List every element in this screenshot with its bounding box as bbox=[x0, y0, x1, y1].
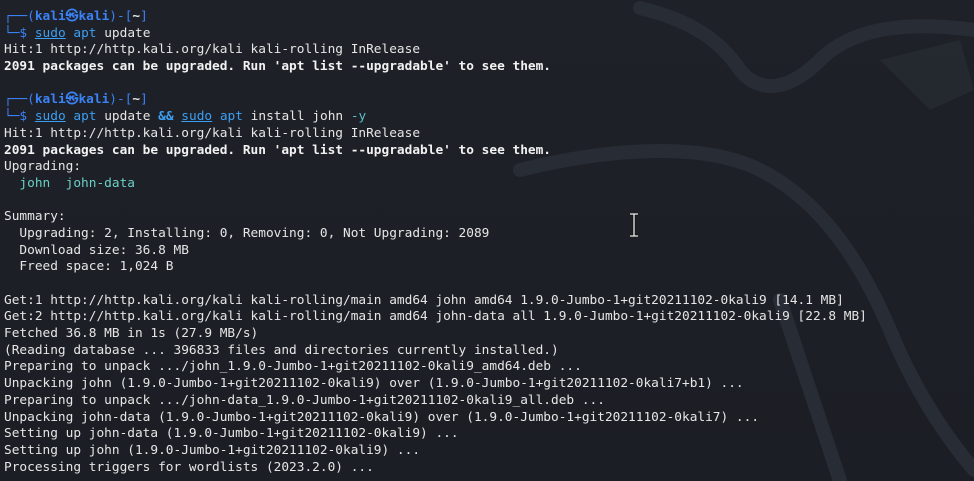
prompt-frame-end: ] bbox=[140, 92, 148, 108]
prompt-frame-mid: )-[ bbox=[109, 92, 133, 108]
prompt-header: ┌──(kali㉿kali)-[~] bbox=[4, 92, 974, 109]
cmd-sudo: sudo bbox=[34, 25, 66, 41]
summary-line: Download size: 36.8 MB bbox=[4, 242, 189, 258]
prompt-dollar: └─$ bbox=[4, 109, 35, 125]
output-line: (Reading database ... 396833 files and d… bbox=[4, 342, 559, 358]
cmd-flag: -y bbox=[350, 109, 367, 125]
summary-line: Freed space: 1,024 B bbox=[4, 259, 174, 275]
prompt-host: kali bbox=[78, 9, 110, 24]
output-line: Hit:1 http://http.kali.org/kali kali-rol… bbox=[4, 125, 421, 141]
cmd-args: update bbox=[104, 25, 151, 41]
prompt-header: ┌──(kali㉿kali)-[~] bbox=[4, 9, 974, 26]
output-line: 2091 packages can be upgraded. Run 'apt … bbox=[4, 142, 552, 158]
prompt-user: kali bbox=[34, 9, 66, 24]
summary-line: Upgrading: 2, Installing: 0, Removing: 0… bbox=[4, 225, 490, 241]
prompt-user: kali bbox=[34, 92, 66, 108]
upgrading-packages: john john-data bbox=[4, 175, 135, 191]
prompt-at-symbol: ㉿ bbox=[65, 9, 79, 24]
prompt-cwd: ~ bbox=[132, 9, 141, 24]
output-line: Preparing to unpack .../john-data_1.9.0-… bbox=[4, 392, 605, 408]
cmd-and-operator: && bbox=[158, 109, 174, 125]
cmd-args: update bbox=[96, 109, 159, 125]
prompt-at-symbol: ㉿ bbox=[65, 92, 79, 108]
cmd-sudo: sudo bbox=[34, 109, 66, 125]
command-line[interactable]: └─$ sudo apt update bbox=[4, 26, 974, 43]
output-line: 2091 packages can be upgraded. Run 'apt … bbox=[4, 59, 552, 75]
cmd-sudo: sudo bbox=[181, 109, 213, 125]
output-line: Processing triggers for wordlists (2023.… bbox=[4, 459, 374, 475]
upgrading-label: Upgrading: bbox=[4, 159, 82, 175]
cmd-apt: apt bbox=[73, 25, 97, 41]
output-line: Get:1 http://http.kali.org/kali kali-rol… bbox=[4, 292, 844, 308]
cmd-apt: apt bbox=[219, 109, 243, 125]
prompt-frame-end: ] bbox=[140, 9, 148, 24]
prompt-frame: ┌──( bbox=[4, 92, 35, 108]
prompt-cwd: ~ bbox=[132, 92, 141, 108]
output-line: Fetched 36.8 MB in 1s (27.9 MB/s) bbox=[4, 326, 259, 342]
prompt-host: kali bbox=[78, 92, 110, 108]
prompt-frame: ┌──( bbox=[4, 9, 35, 24]
command-line[interactable]: └─$ sudo apt update && sudo apt install … bbox=[4, 109, 974, 126]
output-line: Setting up john (1.9.0-Jumbo-1+git202111… bbox=[4, 442, 421, 458]
prompt-dollar: └─$ bbox=[4, 25, 35, 41]
terminal-output: ┌──(kali㉿kali)-[~] └─$ sudo apt update H… bbox=[4, 9, 974, 476]
output-line: Hit:1 http://http.kali.org/kali kali-rol… bbox=[4, 42, 421, 58]
prompt-frame-mid: )-[ bbox=[109, 9, 133, 24]
text-ibeam-cursor-icon bbox=[630, 213, 638, 237]
summary-label: Summary: bbox=[4, 209, 66, 225]
output-line: Get:2 http://http.kali.org/kali kali-rol… bbox=[4, 309, 867, 325]
output-line: Setting up john-data (1.9.0-Jumbo-1+git2… bbox=[4, 426, 459, 442]
cmd-apt: apt bbox=[73, 109, 97, 125]
output-line: Unpacking john (1.9.0-Jumbo-1+git2021110… bbox=[4, 376, 744, 392]
cmd-args: install john bbox=[242, 109, 351, 125]
output-line: Unpacking john-data (1.9.0-Jumbo-1+git20… bbox=[4, 409, 760, 425]
output-line: Preparing to unpack .../john_1.9.0-Jumbo… bbox=[4, 359, 582, 375]
